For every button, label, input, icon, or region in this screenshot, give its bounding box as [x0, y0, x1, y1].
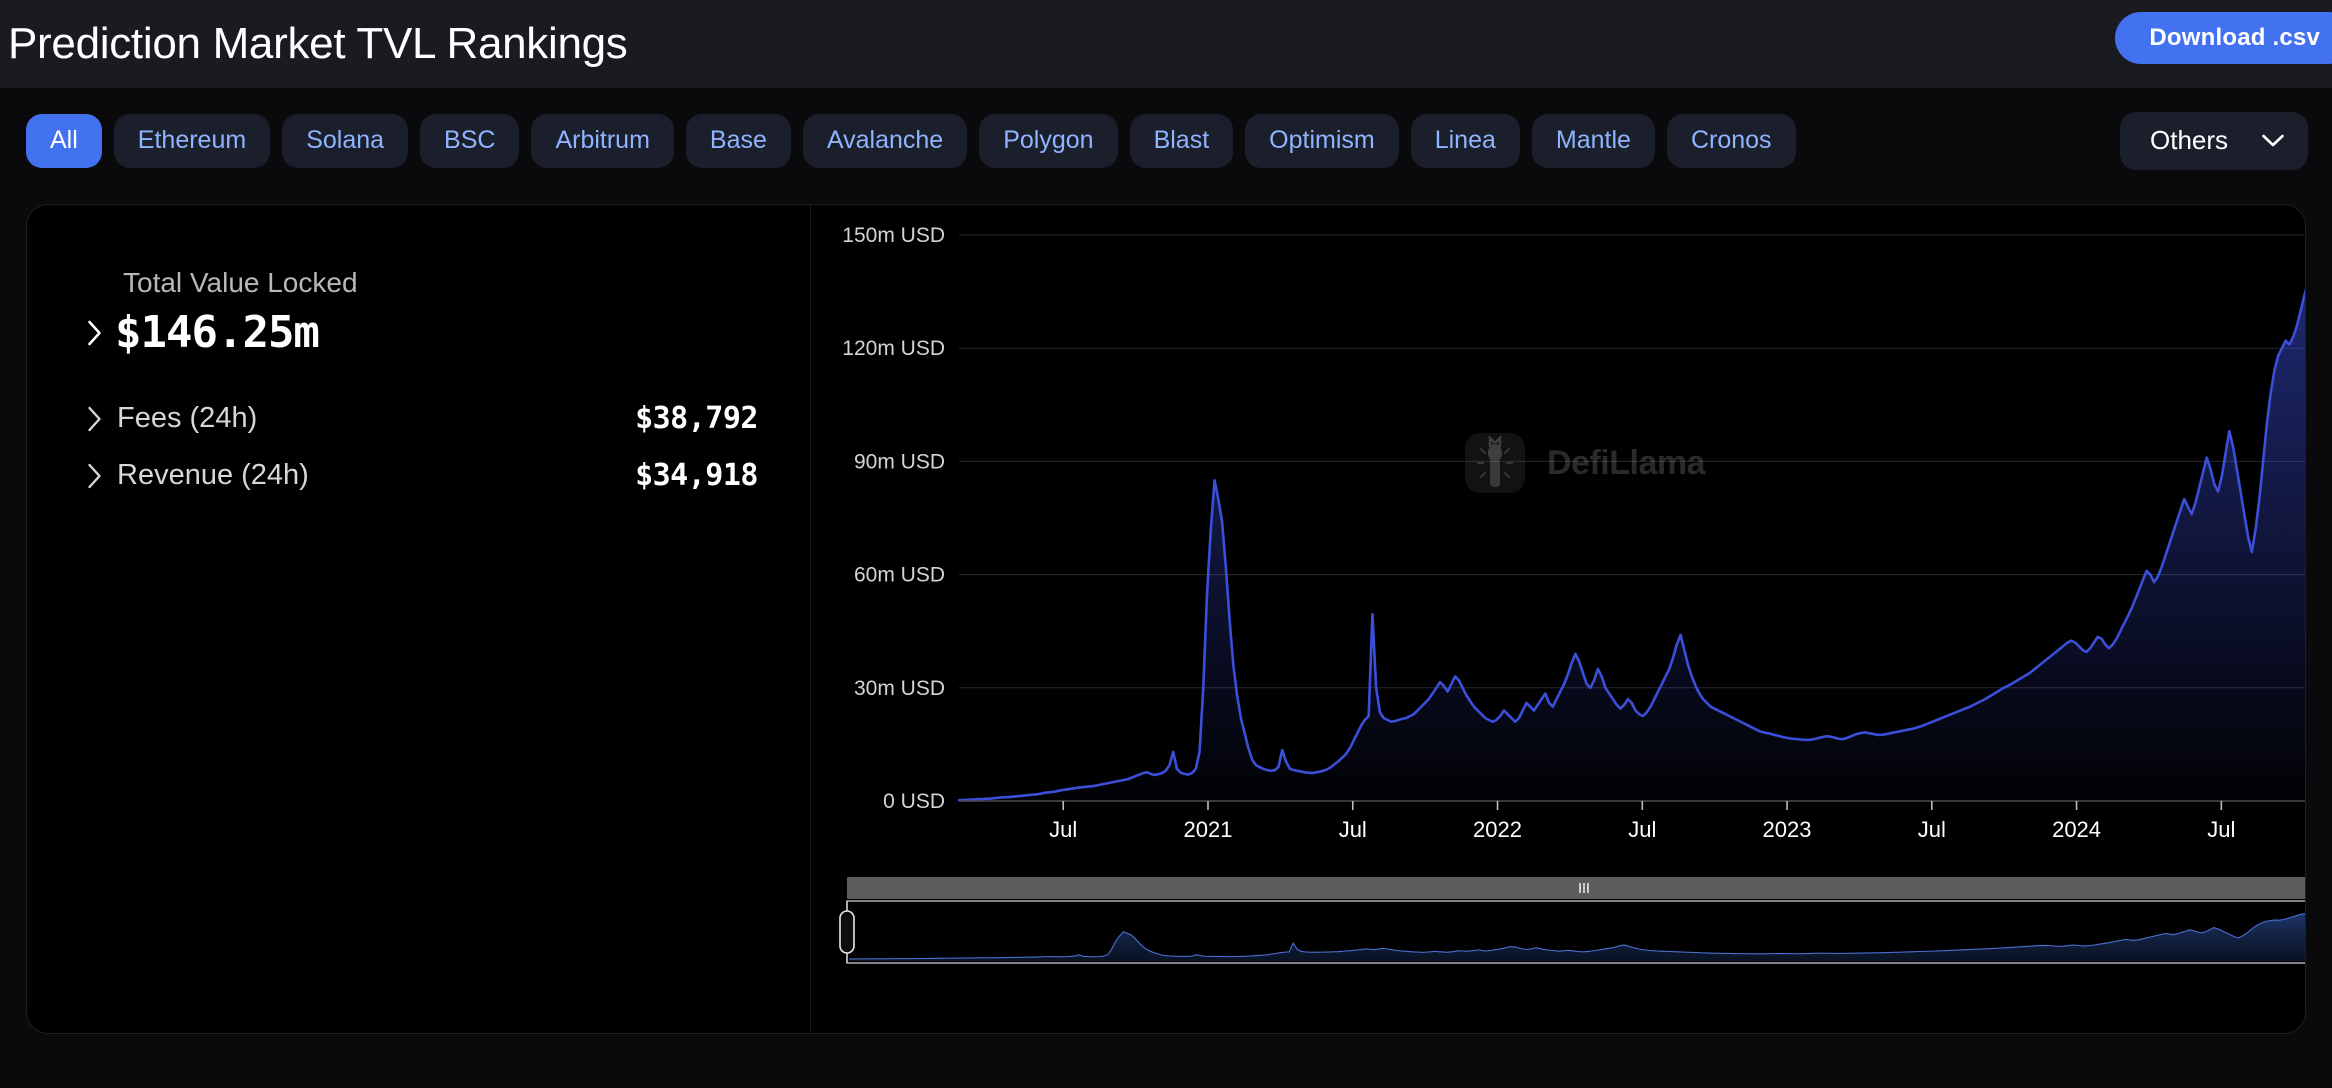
stat-row-label: Fees (24h): [117, 402, 257, 435]
chain-pill-label: Base: [710, 126, 767, 155]
x-axis-tick-label: 2022: [1473, 817, 1522, 842]
chain-pill-bsc[interactable]: BSC: [420, 114, 519, 168]
chevron-down-icon: [2262, 134, 2284, 147]
stat-row[interactable]: Fees (24h) $38,792: [87, 401, 770, 436]
chain-pill-ethereum[interactable]: Ethereum: [114, 114, 270, 168]
y-axis-tick-label: 150m USD: [842, 224, 945, 247]
chain-filter-bar: All Ethereum Solana BSC Arbitrum Base Avalanch…: [0, 88, 2332, 193]
chart-area-fill: [959, 249, 2305, 801]
overview-card: Total Value Locked $146.25m Fees (24h) $3…: [26, 204, 2306, 1034]
chain-pill-label: Ethereum: [138, 126, 246, 155]
y-axis-tick-label: 30m USD: [854, 677, 945, 700]
chain-pill-arbitrum[interactable]: Arbitrum: [531, 114, 673, 168]
chain-pill-label: Arbitrum: [555, 126, 649, 155]
chain-pill-label: Solana: [306, 126, 384, 155]
chevron-right-icon: [87, 320, 103, 346]
chain-pill-polygon[interactable]: Polygon: [979, 114, 1117, 168]
download-csv-button[interactable]: Download .csv: [2115, 12, 2332, 64]
chain-pill-solana[interactable]: Solana: [282, 114, 408, 168]
chain-pill-label: Avalanche: [827, 126, 943, 155]
chain-pill-mantle[interactable]: Mantle: [1532, 114, 1655, 168]
x-axis-tick-label: Jul: [1628, 817, 1656, 842]
x-axis-tick-label: 2024: [2052, 817, 2101, 842]
tvl-value: $146.25m: [115, 311, 319, 355]
x-axis-tick-label: Jul: [2207, 817, 2235, 842]
x-axis-tick-label: Jul: [1339, 817, 1367, 842]
tvl-row[interactable]: $146.25m: [87, 311, 770, 355]
tvl-chart-pane[interactable]: DefiLlama 0 USD30m USD60m USD90m USD120m…: [811, 205, 2305, 1033]
page-title: Prediction Market TVL Rankings: [8, 22, 628, 66]
chain-pill-optimism[interactable]: Optimism: [1245, 114, 1399, 168]
stat-row[interactable]: Revenue (24h) $34,918: [87, 458, 770, 493]
chain-pill-label: All: [50, 126, 78, 155]
chain-pill-label: Mantle: [1556, 126, 1631, 155]
chain-pill-label: Blast: [1154, 126, 1210, 155]
y-axis-tick-label: 0 USD: [883, 790, 945, 813]
y-axis-tick-label: 90m USD: [854, 450, 945, 473]
stat-row-list: Fees (24h) $38,792 Revenue (24h) $34,918: [87, 401, 770, 493]
chain-pill-label: BSC: [444, 126, 495, 155]
page-header: Prediction Market TVL Rankings Download …: [0, 0, 2332, 88]
stats-pane: Total Value Locked $146.25m Fees (24h) $3…: [27, 205, 811, 1033]
y-axis-tick-label: 120m USD: [842, 337, 945, 360]
stat-row-value: $38,792: [635, 401, 758, 436]
x-axis-tick-label: Jul: [1049, 817, 1077, 842]
chain-pill-linea[interactable]: Linea: [1411, 114, 1520, 168]
tvl-label: Total Value Locked: [123, 267, 770, 299]
chain-pill-cronos[interactable]: Cronos: [1667, 114, 1796, 168]
chain-pill-list: All Ethereum Solana BSC Arbitrum Base Avalanch…: [26, 114, 1796, 168]
chain-pill-all[interactable]: All: [26, 114, 102, 168]
chain-pill-label: Cronos: [1691, 126, 1772, 155]
stat-row-label: Revenue (24h): [117, 459, 309, 492]
chain-pill-avalanche[interactable]: Avalanche: [803, 114, 967, 168]
x-axis-tick-label: 2023: [1763, 817, 1812, 842]
chevron-right-icon: [87, 463, 103, 489]
chain-pill-base[interactable]: Base: [686, 114, 791, 168]
chain-pill-label: Linea: [1435, 126, 1496, 155]
brush-handle-left[interactable]: [840, 911, 854, 953]
chain-pill-label: Optimism: [1269, 126, 1375, 155]
chain-pill-blast[interactable]: Blast: [1130, 114, 1234, 168]
brush-move-bar[interactable]: [847, 877, 2305, 899]
others-dropdown-label: Others: [2150, 125, 2228, 156]
stat-row-value: $34,918: [635, 458, 758, 493]
chevron-right-icon: [87, 406, 103, 432]
y-axis-tick-label: 60m USD: [854, 564, 945, 587]
tvl-area-chart[interactable]: 0 USD 30m USD 60m USD 90m USD 120m USD 150m U…: [811, 205, 2305, 1033]
chain-pill-label: Polygon: [1003, 126, 1093, 155]
x-axis-tick-label: 2021: [1184, 817, 1233, 842]
x-axis-tick-label: Jul: [1918, 817, 1946, 842]
others-dropdown[interactable]: Others: [2120, 112, 2308, 170]
